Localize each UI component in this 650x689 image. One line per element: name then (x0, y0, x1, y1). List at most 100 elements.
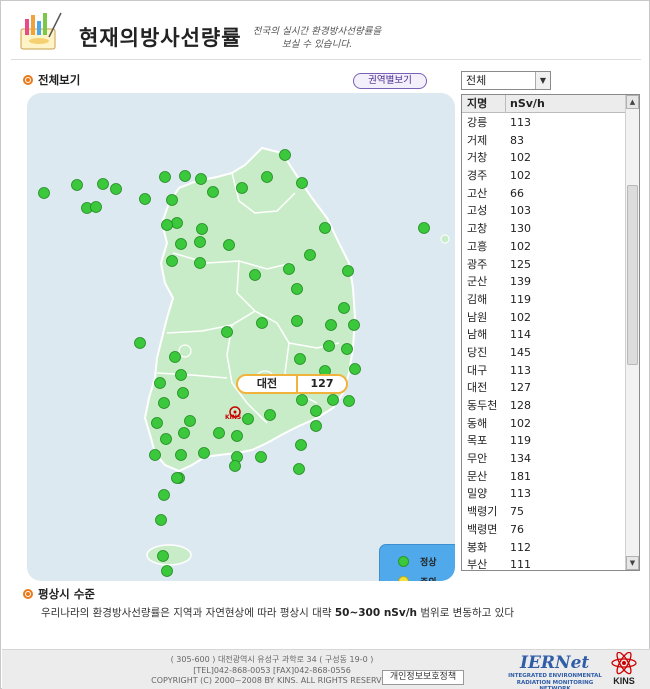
station-marker-icon[interactable] (323, 340, 335, 352)
table-row[interactable]: 밀양 113 (462, 485, 626, 503)
scrollbar-thumb[interactable] (627, 185, 638, 365)
station-marker-icon[interactable] (249, 269, 261, 281)
table-row[interactable]: 군산 139 (462, 273, 626, 291)
station-marker-icon[interactable] (110, 183, 122, 195)
station-marker-icon[interactable] (149, 449, 161, 461)
table-row[interactable]: 강릉 113 (462, 114, 626, 132)
station-marker-icon[interactable] (294, 353, 306, 365)
station-marker-icon[interactable] (154, 377, 166, 389)
station-marker-icon[interactable] (296, 394, 308, 406)
region-select[interactable]: 전체 ▼ (461, 71, 551, 90)
station-marker-icon[interactable] (325, 319, 337, 331)
table-row[interactable]: 거제 83 (462, 132, 626, 150)
station-marker-icon[interactable] (319, 222, 331, 234)
station-marker-icon[interactable] (295, 439, 307, 451)
table-scrollbar[interactable]: ▲ ▼ (625, 95, 639, 570)
station-marker-icon[interactable] (71, 179, 83, 191)
table-row[interactable]: 거창 102 (462, 149, 626, 167)
table-row[interactable]: 무안 134 (462, 450, 626, 468)
station-marker-icon[interactable] (338, 302, 350, 314)
station-marker-icon[interactable] (283, 263, 295, 275)
station-marker-icon[interactable] (134, 337, 146, 349)
table-row[interactable]: 부산 111 (462, 556, 626, 570)
station-marker-icon[interactable] (166, 194, 178, 206)
station-marker-icon[interactable] (184, 415, 196, 427)
station-marker-icon[interactable] (310, 420, 322, 432)
chevron-down-icon[interactable]: ▼ (535, 72, 550, 89)
station-marker-icon[interactable] (213, 427, 225, 439)
scroll-up-arrow-icon[interactable]: ▲ (626, 95, 639, 109)
station-marker-icon[interactable] (296, 177, 308, 189)
table-row[interactable]: 당진 145 (462, 344, 626, 362)
table-row[interactable]: 동두천 128 (462, 397, 626, 415)
table-row[interactable]: 고산 66 (462, 185, 626, 203)
station-marker-icon[interactable] (198, 447, 210, 459)
station-marker-icon[interactable] (175, 369, 187, 381)
region-view-button[interactable]: 권역별보기 (353, 73, 427, 89)
table-row[interactable]: 문산 181 (462, 468, 626, 486)
station-marker-icon[interactable] (418, 222, 430, 234)
station-marker-icon[interactable] (194, 236, 206, 248)
table-row[interactable]: 동해 102 (462, 415, 626, 433)
station-marker-icon[interactable] (97, 178, 109, 190)
table-row[interactable]: 백령면 76 (462, 521, 626, 539)
station-marker-icon[interactable] (139, 193, 151, 205)
station-marker-icon[interactable] (293, 463, 305, 475)
station-marker-icon[interactable] (207, 186, 219, 198)
station-marker-icon[interactable] (327, 394, 339, 406)
station-marker-icon[interactable] (171, 217, 183, 229)
station-marker-icon[interactable] (341, 343, 353, 355)
station-marker-icon[interactable] (177, 387, 189, 399)
station-marker-icon[interactable] (348, 319, 360, 331)
table-row[interactable]: 고흥 102 (462, 238, 626, 256)
station-marker-icon[interactable] (159, 171, 171, 183)
station-marker-icon[interactable] (161, 565, 173, 577)
station-marker-icon[interactable] (194, 257, 206, 269)
station-marker-icon[interactable] (90, 201, 102, 213)
station-marker-icon[interactable] (161, 219, 173, 231)
station-marker-icon[interactable] (175, 449, 187, 461)
table-row[interactable]: 고창 130 (462, 220, 626, 238)
station-marker-icon[interactable] (196, 223, 208, 235)
table-row[interactable]: 김해 119 (462, 291, 626, 309)
station-marker-icon[interactable] (264, 409, 276, 421)
station-marker-icon[interactable] (155, 514, 167, 526)
station-marker-icon[interactable] (166, 255, 178, 267)
table-row[interactable]: 남원 102 (462, 309, 626, 327)
station-marker-icon[interactable] (158, 397, 170, 409)
station-marker-icon[interactable] (279, 149, 291, 161)
table-row[interactable]: 경주 102 (462, 167, 626, 185)
station-marker-icon[interactable] (343, 395, 355, 407)
station-marker-icon[interactable] (310, 405, 322, 417)
station-marker-icon[interactable] (255, 451, 267, 463)
station-marker-icon[interactable] (157, 550, 169, 562)
station-marker-icon[interactable] (171, 472, 183, 484)
station-marker-icon[interactable] (223, 239, 235, 251)
station-marker-icon[interactable] (236, 182, 248, 194)
station-marker-icon[interactable] (342, 265, 354, 277)
station-marker-icon[interactable] (231, 430, 243, 442)
station-marker-icon[interactable] (229, 460, 241, 472)
privacy-policy-button[interactable]: 개인정보보호정책 (382, 670, 464, 685)
station-marker-icon[interactable] (304, 249, 316, 261)
table-row[interactable]: 광주 125 (462, 256, 626, 274)
station-marker-icon[interactable] (169, 351, 181, 363)
station-marker-icon[interactable] (178, 427, 190, 439)
station-marker-icon[interactable] (261, 171, 273, 183)
scroll-down-arrow-icon[interactable]: ▼ (626, 556, 639, 570)
station-marker-icon[interactable] (256, 317, 268, 329)
station-marker-icon[interactable] (291, 315, 303, 327)
table-row[interactable]: 남해 114 (462, 326, 626, 344)
station-marker-icon[interactable] (349, 363, 361, 375)
station-marker-icon[interactable] (158, 489, 170, 501)
station-marker-icon[interactable] (291, 283, 303, 295)
station-marker-icon[interactable] (151, 417, 163, 429)
table-row[interactable]: 대전 127 (462, 379, 626, 397)
table-row[interactable]: 대구 113 (462, 362, 626, 380)
station-marker-icon[interactable] (179, 170, 191, 182)
table-row[interactable]: 백령기 75 (462, 503, 626, 521)
station-marker-icon[interactable] (38, 187, 50, 199)
station-marker-icon[interactable] (221, 326, 233, 338)
station-marker-icon[interactable] (160, 433, 172, 445)
station-marker-icon[interactable] (175, 238, 187, 250)
